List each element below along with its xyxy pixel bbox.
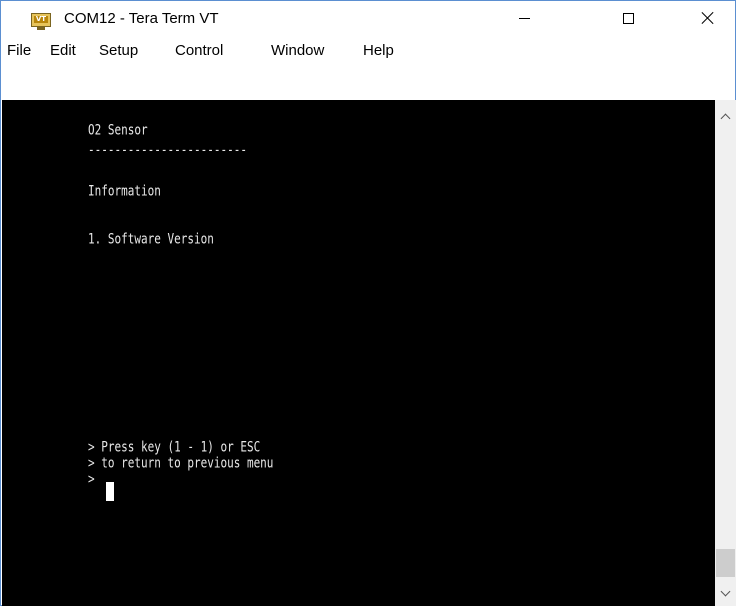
- terminal-line-heading: Information: [88, 183, 161, 200]
- menu-edit[interactable]: Edit: [50, 42, 76, 59]
- maximize-icon: [622, 12, 634, 24]
- chevron-down-icon: [720, 586, 731, 597]
- terminal-line-prompt-1: > Press key (1 - 1) or ESC: [88, 439, 261, 456]
- vertical-scrollbar[interactable]: [715, 100, 736, 606]
- tera-term-window: VT COM12 - Tera Term VT File Edit Setup …: [0, 0, 736, 606]
- menu-window[interactable]: Window: [271, 42, 324, 59]
- scroll-down-button[interactable]: [715, 584, 736, 602]
- menu-bar: File Edit Setup Control Window Help: [1, 35, 735, 65]
- menu-file[interactable]: File: [7, 42, 31, 59]
- minimize-button[interactable]: [501, 1, 547, 35]
- terminal-line-separator: ------------------------: [88, 142, 247, 159]
- terminal-line-prompt-3: >: [88, 471, 102, 488]
- scrollbar-thumb[interactable]: [716, 549, 735, 577]
- terminal-line-option-1: 1. Software Version: [88, 231, 214, 248]
- app-icon-label: VT: [34, 15, 48, 23]
- scroll-up-button[interactable]: [715, 108, 736, 126]
- title-bar[interactable]: VT COM12 - Tera Term VT: [1, 1, 735, 35]
- menu-setup[interactable]: Setup: [99, 42, 138, 59]
- chevron-up-icon: [720, 113, 731, 124]
- terminal-screen[interactable]: O2 Sensor ------------------------ Infor…: [2, 100, 715, 606]
- window-title: COM12 - Tera Term VT: [64, 10, 219, 27]
- terminal-line-title: O2 Sensor: [88, 122, 148, 139]
- close-icon: [701, 11, 715, 25]
- text-cursor: [106, 482, 114, 501]
- menu-control[interactable]: Control: [175, 42, 223, 59]
- minimize-icon: [518, 17, 530, 19]
- menu-help[interactable]: Help: [363, 42, 394, 59]
- app-icon-stand: [37, 27, 45, 30]
- maximize-button[interactable]: [605, 1, 651, 35]
- terminal-line-prompt-2: > to return to previous menu: [88, 455, 274, 472]
- close-button[interactable]: [685, 1, 731, 35]
- tera-term-vt-icon[interactable]: VT: [31, 13, 51, 30]
